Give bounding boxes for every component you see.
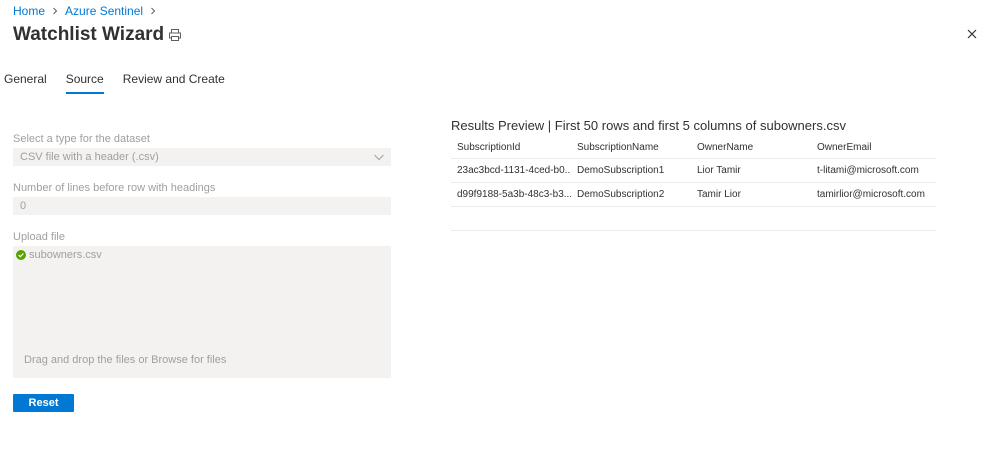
- drop-instructions: Drag and drop the files or Browse for fi…: [24, 354, 227, 366]
- uploaded-file-name: subowners.csv: [29, 249, 102, 261]
- page-title: Watchlist Wizard: [13, 24, 165, 45]
- tab-general[interactable]: General: [4, 72, 47, 94]
- wizard-tabs: General Source Review and Create: [4, 72, 244, 94]
- table-cell: Tamir Lior: [697, 189, 741, 200]
- upload-dropzone[interactable]: subowners.csv Drag and drop the files or…: [13, 246, 391, 378]
- reset-button[interactable]: Reset: [13, 394, 74, 412]
- table-cell: tamirlior@microsoft.com: [817, 189, 925, 200]
- lines-before-headings-input[interactable]: 0: [13, 197, 391, 215]
- table-row: d99f9188-5a3b-48c3-b3... DemoSubscriptio…: [451, 183, 936, 207]
- tab-review-and-create[interactable]: Review and Create: [123, 72, 225, 94]
- table-cell: Lior Tamir: [697, 165, 741, 176]
- dataset-type-label: Select a type for the dataset: [13, 133, 150, 145]
- table-divider: [451, 230, 936, 231]
- table-cell: t-litami@microsoft.com: [817, 165, 919, 176]
- dataset-type-value: CSV file with a header (.csv): [20, 151, 159, 163]
- chevron-down-icon: [373, 151, 385, 163]
- column-header: SubscriptionName: [577, 142, 659, 153]
- chevron-right-icon: [51, 7, 59, 15]
- breadcrumb-home-link[interactable]: Home: [13, 4, 45, 18]
- breadcrumb: Home Azure Sentinel: [13, 3, 163, 19]
- table-cell: 23ac3bcd-1131-4ced-b0...: [457, 165, 571, 176]
- results-preview-table: SubscriptionId SubscriptionName OwnerNam…: [451, 137, 936, 207]
- lines-before-headings-label: Number of lines before row with headings: [13, 182, 216, 194]
- results-preview-title: Results Preview | First 50 rows and firs…: [451, 118, 846, 133]
- table-row: 23ac3bcd-1131-4ced-b0... DemoSubscriptio…: [451, 159, 936, 183]
- table-cell: DemoSubscription2: [577, 189, 665, 200]
- column-header: OwnerEmail: [817, 142, 872, 153]
- breadcrumb-sentinel-link[interactable]: Azure Sentinel: [65, 4, 143, 18]
- table-cell: DemoSubscription1: [577, 165, 665, 176]
- column-header: OwnerName: [697, 142, 754, 153]
- print-icon[interactable]: [168, 28, 184, 44]
- table-header-row: SubscriptionId SubscriptionName OwnerNam…: [451, 137, 936, 159]
- tab-source[interactable]: Source: [65, 72, 104, 94]
- dataset-type-select[interactable]: CSV file with a header (.csv): [13, 148, 391, 166]
- chevron-right-icon: [149, 7, 157, 15]
- close-icon[interactable]: [965, 27, 981, 43]
- upload-file-label: Upload file: [13, 231, 65, 243]
- column-header: SubscriptionId: [457, 142, 521, 153]
- uploaded-file: subowners.csv: [16, 249, 102, 261]
- table-cell: d99f9188-5a3b-48c3-b3...: [457, 189, 571, 200]
- checkmark-circle-icon: [16, 250, 26, 260]
